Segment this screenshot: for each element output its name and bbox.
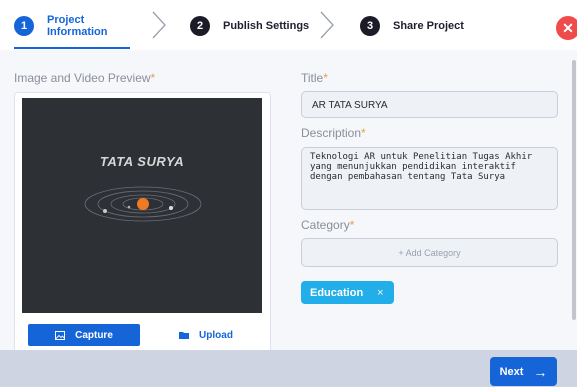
step-label: Project Information bbox=[47, 14, 108, 38]
folder-icon bbox=[179, 331, 190, 339]
remove-tag-icon[interactable]: × bbox=[377, 287, 383, 299]
capture-button[interactable]: Capture bbox=[28, 324, 140, 346]
step-share-project[interactable]: 3 Share Project bbox=[360, 8, 464, 44]
solar-system-illustration bbox=[84, 186, 202, 222]
title-input[interactable]: AR TATA SURYA bbox=[301, 91, 558, 118]
step-number: 2 bbox=[190, 16, 210, 36]
chevron-right-icon bbox=[320, 11, 334, 39]
active-step-underline bbox=[14, 47, 130, 49]
step-project-information[interactable]: 1 Project Information bbox=[14, 8, 108, 44]
image-icon bbox=[55, 330, 66, 340]
upload-button[interactable]: Upload bbox=[150, 324, 262, 346]
category-label: Category* bbox=[301, 218, 355, 232]
step-label: Publish Settings bbox=[223, 20, 310, 32]
next-button[interactable]: Next → bbox=[490, 357, 557, 386]
preview-image[interactable]: TATA SURYA bbox=[22, 98, 262, 313]
description-label: Description* bbox=[301, 126, 366, 140]
create-project-page: 1 Project Information 2 Publish Settings… bbox=[0, 0, 577, 387]
close-button[interactable]: ✕ bbox=[556, 16, 577, 40]
step-label: Share Project bbox=[393, 20, 464, 32]
step-publish-settings[interactable]: 2 Publish Settings bbox=[190, 8, 309, 44]
close-icon: ✕ bbox=[562, 19, 574, 36]
stepper: 1 Project Information 2 Publish Settings… bbox=[0, 0, 577, 50]
scrollbar[interactable] bbox=[572, 60, 576, 320]
chevron-right-icon bbox=[152, 11, 166, 39]
arrow-right-icon: → bbox=[533, 363, 548, 380]
step-number: 3 bbox=[360, 16, 380, 36]
title-label: Title* bbox=[301, 71, 328, 85]
preview-label: Image and Video Preview* bbox=[14, 71, 156, 85]
category-tag: Education × bbox=[301, 281, 394, 304]
description-textarea[interactable]: Teknologi AR untuk Penelitian Tugas Akhi… bbox=[301, 147, 558, 210]
add-category-button[interactable]: + Add Category bbox=[301, 238, 558, 267]
step-number: 1 bbox=[14, 16, 34, 36]
